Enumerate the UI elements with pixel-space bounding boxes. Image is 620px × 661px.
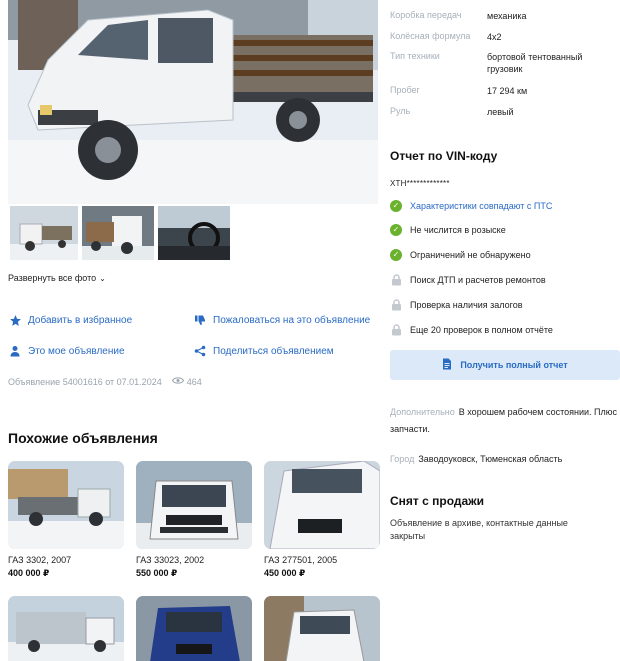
star-icon <box>8 313 22 327</box>
additional-info-key: Дополнительно <box>390 407 455 417</box>
spec-row: Колёсная формула 4x2 <box>390 31 617 43</box>
views-count: 464 <box>186 376 202 387</box>
spec-value: левый <box>487 107 514 117</box>
similar-card-name: ГАЗ 33023, 2002 <box>136 555 205 565</box>
similar-card-photo <box>8 461 124 549</box>
get-full-report-label: Получить полный отчет <box>460 360 568 370</box>
views-counter: 464 <box>171 376 202 387</box>
similar-listings-title: Похожие объявления <box>8 430 158 446</box>
vin-check-label: Не числится в розыске <box>410 225 506 235</box>
spec-value: механика <box>487 11 527 21</box>
chevron-down-icon: ⌄ <box>99 273 106 283</box>
similar-card-price: 550 000 ₽ <box>136 568 178 578</box>
similar-card-photo <box>264 461 380 549</box>
thumbnail-1[interactable] <box>10 206 78 260</box>
listing-id: Объявление 54001616 от 07.01.2024 <box>8 376 162 387</box>
vin-check-item: ✓ Не числится в розыске <box>390 224 506 236</box>
vin-check-item: Еще 20 проверок в полном отчёте <box>390 324 553 336</box>
similar-card-image <box>136 596 252 661</box>
spec-value: бортовой тентованный грузовик <box>487 52 583 74</box>
similar-card-image <box>264 461 380 549</box>
check-circle-icon: ✓ <box>390 224 402 236</box>
vin-code: XTH************* <box>390 179 450 188</box>
check-circle-icon: ✓ <box>390 200 402 212</box>
similar-card-image <box>264 596 380 661</box>
vin-report-title: Отчет по VIN-коду <box>390 149 498 163</box>
vin-check-item: Проверка наличия залогов <box>390 299 523 311</box>
thumbnail-2[interactable] <box>82 206 154 260</box>
spec-value: 17 294 км <box>487 86 528 96</box>
thumbnail-3[interactable] <box>158 206 230 260</box>
vin-check-label: Характеристики совпадают с ПТС <box>410 201 553 211</box>
spec-key: Колёсная формула <box>390 31 471 41</box>
similar-card-image <box>8 461 124 549</box>
thumbnail-image <box>158 206 230 260</box>
similar-card[interactable]: ГАЗ 277501, 2005 450 000 ₽ <box>264 461 380 579</box>
spec-row: Коробка передач механика <box>390 10 617 22</box>
lock-icon <box>390 274 402 286</box>
similar-card[interactable] <box>8 596 124 661</box>
city-info: Город Заводоуковск, Тюменская область <box>390 451 620 468</box>
similar-card-price: 450 000 ₽ <box>264 568 306 578</box>
similar-card-image <box>136 461 252 549</box>
vin-check-item: ✓ Ограничений не обнаружено <box>390 249 531 261</box>
similar-card[interactable] <box>264 596 380 661</box>
spec-row: Тип техники бортовой тентованный грузови… <box>390 51 617 75</box>
city-value: Заводоуковск, Тюменская область <box>418 454 563 464</box>
expand-photos-link[interactable]: Развернуть все фото ⌄ <box>8 273 106 283</box>
share-button[interactable]: Поделиться объявлением <box>193 344 334 358</box>
spec-key: Пробег <box>390 85 420 95</box>
user-icon <box>8 344 22 358</box>
share-icon <box>193 344 207 358</box>
add-favorite-label: Добавить в избранное <box>28 314 133 326</box>
spec-key: Коробка передач <box>390 10 462 20</box>
sale-status-title: Снят с продажи <box>390 494 485 508</box>
truck-photo <box>8 0 378 204</box>
city-key: Город <box>390 454 415 464</box>
spec-row: Пробег 17 294 км <box>390 85 617 97</box>
similar-card[interactable]: ГАЗ 33023, 2002 550 000 ₽ <box>136 461 252 579</box>
spec-value: 4x2 <box>487 32 502 42</box>
spec-row: Руль левый <box>390 106 617 118</box>
expand-photos-label: Развернуть все фото <box>8 273 97 283</box>
sale-status-text: Объявление в архиве, контактные данные з… <box>390 518 568 541</box>
similar-card[interactable] <box>136 596 252 661</box>
thumbnail-image <box>82 206 154 260</box>
lock-icon <box>390 299 402 311</box>
similar-card-image <box>8 596 124 661</box>
similar-card-photo <box>136 461 252 549</box>
vin-check-item[interactable]: ✓ Характеристики совпадают с ПТС <box>390 200 552 212</box>
my-listing-label: Это мое объявление <box>28 345 125 357</box>
similar-card-price: 400 000 ₽ <box>8 568 50 578</box>
similar-card[interactable]: ГАЗ 3302, 2007 400 000 ₽ <box>8 461 124 579</box>
vin-check-item: Поиск ДТП и расчетов ремонтов <box>390 274 546 286</box>
spec-key: Руль <box>390 106 411 116</box>
document-icon <box>442 358 452 372</box>
my-listing-button[interactable]: Это мое объявление <box>8 344 125 358</box>
add-favorite-button[interactable]: Добавить в избранное <box>8 313 132 327</box>
listing-meta: Объявление 54001616 от 07.01.2024 464 <box>8 376 202 387</box>
vin-check-label: Еще 20 проверок в полном отчёте <box>410 325 553 335</box>
thumbnail-image <box>10 206 78 260</box>
complain-button[interactable]: Пожаловаться на это объявление <box>193 313 370 327</box>
thumbs-down-icon <box>193 313 207 327</box>
share-label: Поделиться объявлением <box>213 345 334 357</box>
get-full-report-button[interactable]: Получить полный отчет <box>390 350 620 380</box>
lock-icon <box>390 324 402 336</box>
similar-card-name: ГАЗ 277501, 2005 <box>264 555 338 565</box>
vin-check-label: Проверка наличия залогов <box>410 300 523 310</box>
similar-card-name: ГАЗ 3302, 2007 <box>8 555 72 565</box>
main-photo[interactable] <box>8 0 378 204</box>
vin-check-label: Ограничений не обнаружено <box>410 250 531 260</box>
spec-key: Тип техники <box>390 51 440 61</box>
vin-check-label: Поиск ДТП и расчетов ремонтов <box>410 275 546 285</box>
check-circle-icon: ✓ <box>390 249 402 261</box>
complain-label: Пожаловаться на это объявление <box>213 314 371 326</box>
eye-icon <box>171 376 184 387</box>
additional-info: Дополнительно В хорошем рабочем состоянии… <box>390 404 620 438</box>
